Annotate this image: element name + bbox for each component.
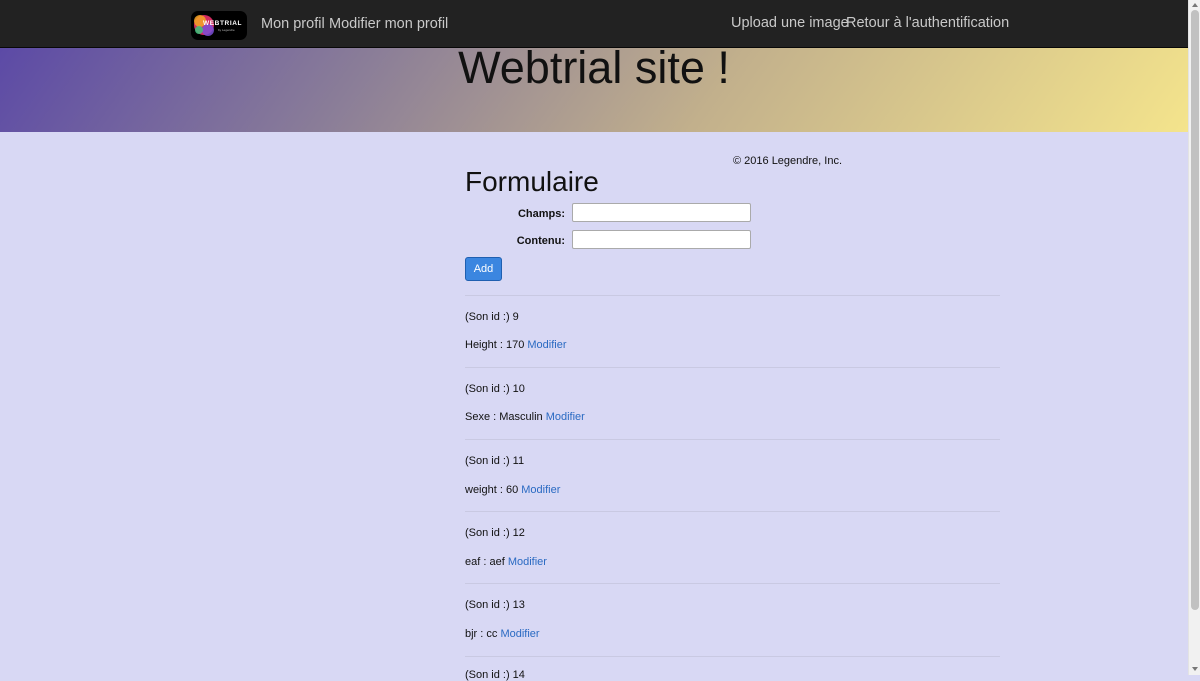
modifier-link[interactable]: Modifier: [521, 484, 560, 496]
scroll-up-arrow-icon[interactable]: [1192, 3, 1198, 7]
nav-modifier-profil[interactable]: Modifier mon profil: [329, 16, 448, 32]
divider: [465, 656, 1000, 657]
record-line: Height : 170 Modifier: [465, 339, 567, 351]
scroll-thumb[interactable]: [1191, 10, 1199, 610]
record-line: Sexe : Masculin Modifier: [465, 411, 585, 423]
contenu-label: Contenu:: [516, 235, 565, 247]
divider: [465, 367, 1000, 368]
logo-subtext: by Legendre: [218, 28, 235, 32]
nav-retour-authentification[interactable]: Retour à l'authentification: [846, 15, 1009, 31]
copyright: © 2016 Legendre, Inc.: [733, 155, 843, 167]
modifier-link[interactable]: Modifier: [500, 628, 539, 640]
modifier-link[interactable]: Modifier: [508, 556, 547, 568]
record-id: (Son id :) 11: [465, 455, 525, 467]
record-line: bjr : cc Modifier: [465, 628, 540, 640]
add-button[interactable]: Add: [465, 257, 502, 281]
divider: [465, 511, 1000, 512]
form-title: Formulaire: [465, 166, 599, 197]
scroll-down-arrow-icon[interactable]: [1192, 667, 1198, 671]
record-text: eaf : aef: [465, 556, 505, 568]
champs-label: Champs:: [517, 208, 565, 220]
record-text: weight : 60: [465, 484, 519, 496]
record-id: (Son id :) 9: [465, 311, 519, 323]
nav-mon-profil[interactable]: Mon profil: [261, 16, 325, 32]
contenu-input[interactable]: [572, 230, 751, 249]
record-id: (Son id :) 13: [465, 599, 525, 611]
record-text: Height : 170: [465, 339, 525, 351]
divider: [465, 295, 1000, 296]
record-text: Sexe : Masculin: [465, 411, 543, 423]
record-id: (Son id :) 14: [465, 669, 525, 681]
champs-input[interactable]: [572, 203, 751, 222]
record-id: (Son id :) 10: [465, 383, 525, 395]
site-title: Webtrial site !: [458, 48, 730, 93]
modifier-link[interactable]: Modifier: [546, 411, 585, 423]
page-scrollbar[interactable]: [1188, 0, 1200, 675]
logo-text: WEBTRIAL: [203, 20, 243, 27]
divider: [465, 583, 1000, 584]
navbar: WEBTRIAL by Legendre Mon profil Modifier…: [0, 0, 1188, 48]
record-text: bjr : cc: [465, 628, 498, 640]
nav-upload-image[interactable]: Upload une image: [731, 15, 849, 31]
divider: [465, 439, 1000, 440]
record-id: (Son id :) 12: [465, 527, 525, 539]
record-line: weight : 60 Modifier: [465, 484, 560, 496]
webtrial-logo[interactable]: WEBTRIAL by Legendre: [191, 11, 247, 40]
modifier-link[interactable]: Modifier: [527, 339, 566, 351]
hero-banner: Webtrial site !: [0, 48, 1188, 132]
record-line: eaf : aef Modifier: [465, 556, 547, 568]
